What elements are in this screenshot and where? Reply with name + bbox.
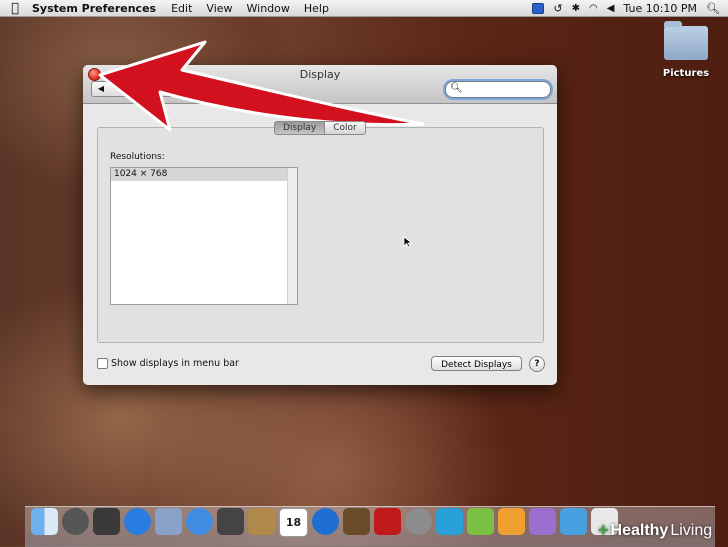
menu-bar:  System Preferences Edit View Window He… <box>0 0 728 17</box>
mail-icon[interactable] <box>155 508 182 535</box>
show-displays-row[interactable]: Show displays in menu bar <box>97 358 239 369</box>
volume-icon[interactable]: ◀ <box>607 3 615 14</box>
menu-help[interactable]: Help <box>297 2 336 15</box>
itunes-icon[interactable] <box>312 508 339 535</box>
watermark-rest: Living <box>670 521 713 539</box>
word-icon[interactable] <box>436 508 463 535</box>
app-store-icon[interactable] <box>124 508 151 535</box>
tab-color[interactable]: Color <box>325 121 366 135</box>
launchpad-icon[interactable] <box>62 508 89 535</box>
list-item[interactable]: 1024 × 768 <box>111 168 287 181</box>
display-preferences-window: Display ◀ 🔍︎ Display Color Resolutions: … <box>83 65 557 385</box>
list-scrollbar[interactable] <box>287 168 297 304</box>
search-icon: 🔍︎ <box>450 83 463 94</box>
plus-icon: + <box>598 520 609 540</box>
facetime-icon[interactable] <box>217 508 244 535</box>
wifi-icon[interactable]: ◠ <box>589 3 598 14</box>
preferences-icon[interactable] <box>405 508 432 535</box>
bluetooth-icon[interactable]: ✱ <box>572 3 580 14</box>
show-displays-checkbox[interactable] <box>97 358 108 369</box>
folder-label: Pictures <box>662 68 710 79</box>
healthy-living-watermark: + Healthy Living <box>598 520 712 541</box>
resolutions-list[interactable]: 1024 × 768 <box>110 167 298 305</box>
safari-icon[interactable] <box>186 508 213 535</box>
menu-view[interactable]: View <box>199 2 239 15</box>
tab-display[interactable]: Display <box>274 121 326 135</box>
back-arrow-icon: ◀ <box>97 84 105 93</box>
app-menu[interactable]: System Preferences <box>30 2 164 15</box>
back-button[interactable]: ◀ <box>91 81 111 97</box>
dock-icons: 18 <box>31 508 618 537</box>
show-displays-label: Show displays in menu bar <box>111 358 239 369</box>
photo-booth-icon[interactable] <box>343 508 370 535</box>
window-titlebar[interactable]: Display ◀ 🔍︎ <box>83 65 557 104</box>
help-button[interactable]: ? <box>529 356 545 372</box>
contacts-icon[interactable] <box>248 508 275 535</box>
calendar-icon[interactable]: 18 <box>279 508 308 537</box>
excel-icon[interactable] <box>467 508 494 535</box>
search-field[interactable]: 🔍︎ <box>445 81 551 98</box>
powerpoint-icon[interactable] <box>498 508 525 535</box>
menu-window[interactable]: Window <box>240 2 297 15</box>
finder-icon[interactable] <box>31 508 58 535</box>
time-machine-icon[interactable]: ↺ <box>553 2 562 15</box>
show-all-button[interactable] <box>109 81 188 97</box>
photos-icon[interactable] <box>374 508 401 535</box>
tab-bar: Display Color <box>274 121 366 135</box>
messenger-icon[interactable] <box>560 508 587 535</box>
resolutions-label: Resolutions: <box>110 152 165 162</box>
mouse-cursor-icon <box>403 236 413 248</box>
detect-displays-button[interactable]: Detect Displays <box>431 356 522 371</box>
watermark-strong: Healthy <box>610 521 669 539</box>
apple-menu-icon[interactable]:  <box>0 1 30 16</box>
search-input[interactable] <box>462 83 542 95</box>
window-title: Display <box>299 68 341 81</box>
dashboard-icon[interactable] <box>93 508 120 535</box>
screen-icon[interactable] <box>532 2 545 14</box>
menu-edit[interactable]: Edit <box>164 2 199 15</box>
folder-icon <box>664 21 708 60</box>
clock[interactable]: Tue 10:10 PM <box>623 2 697 15</box>
spotlight-icon[interactable]: 🔍︎ <box>706 2 720 15</box>
entourage-icon[interactable] <box>529 508 556 535</box>
desktop-folder-pictures[interactable]: Pictures <box>662 21 710 79</box>
